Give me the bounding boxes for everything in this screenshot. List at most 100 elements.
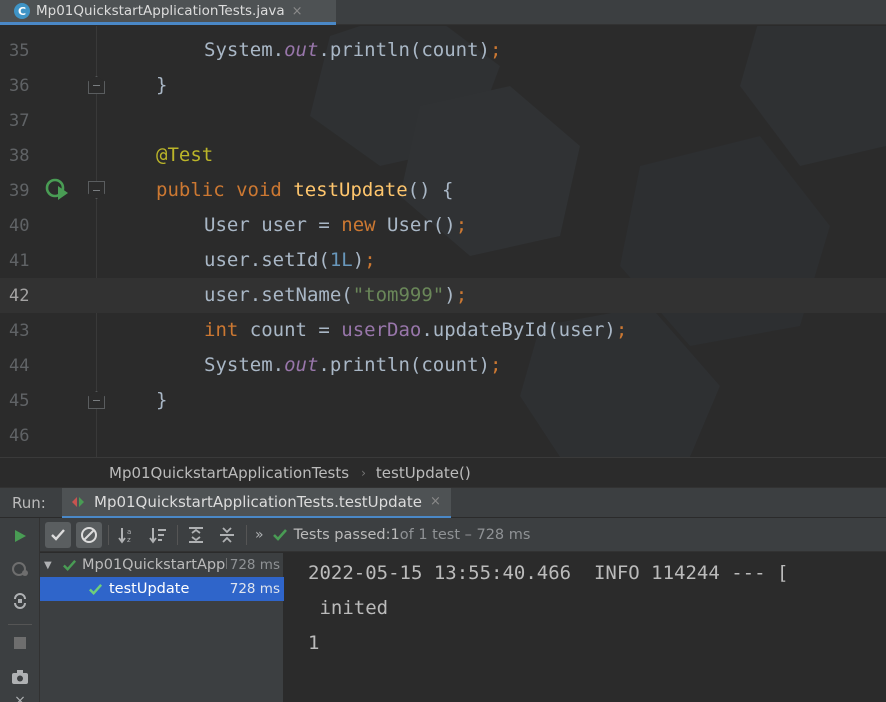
line-number: 44: [9, 356, 30, 376]
code-text: System.out.println(count);: [204, 354, 502, 376]
rerun-failed-icon: [12, 562, 28, 576]
play-icon: [15, 530, 26, 542]
code-text: public void testUpdate() {: [156, 179, 454, 201]
code-line-39[interactable]: 39 public void testUpdate() {: [0, 173, 886, 208]
toolbar-separator: [108, 524, 109, 545]
line-number: 43: [9, 321, 30, 341]
sort-alphabetically-button[interactable]: az: [114, 522, 140, 548]
fold-end-icon[interactable]: [88, 391, 105, 409]
line-number: 37: [9, 111, 30, 131]
editor-tab-active[interactable]: C Mp01QuickstartApplicationTests.java ×: [0, 0, 336, 25]
tree-item-label: testUpdate: [109, 581, 190, 597]
sort-by-duration-button[interactable]: [145, 522, 171, 548]
rerun-button[interactable]: [9, 525, 31, 547]
passed-check-icon: [89, 583, 103, 595]
tree-item-time: 728 ms: [229, 581, 280, 597]
line-number: 42: [9, 286, 30, 306]
editor-tab-bar: C Mp01QuickstartApplicationTests.java ×: [0, 0, 886, 25]
test-tree: ▼ Mp01QuickstartApplicationTests 728 ms …: [40, 553, 284, 702]
fold-start-icon[interactable]: [88, 181, 105, 199]
line-number: 45: [9, 391, 30, 411]
tree-row-test-method[interactable]: testUpdate 728 ms: [40, 577, 284, 601]
tree-row-test-class[interactable]: ▼ Mp01QuickstartApplicationTests 728 ms: [40, 553, 284, 577]
breadcrumb-class[interactable]: Mp01QuickstartApplicationTests: [109, 464, 349, 482]
code-line-38[interactable]: 38 @Test: [0, 138, 886, 173]
run-test-gutter-icon[interactable]: [44, 176, 70, 202]
code-line-40[interactable]: 40 User user = new User();: [0, 208, 886, 243]
console-output[interactable]: 2022-05-15 13:55:40.466 INFO 114244 --- …: [285, 553, 886, 702]
line-number: 46: [9, 426, 30, 446]
screenshot-button[interactable]: [9, 666, 31, 688]
sort-alpha-icon: az: [118, 527, 131, 544]
line-number: 38: [9, 146, 30, 166]
code-line-46[interactable]: 46: [0, 418, 886, 453]
line-number: 36: [9, 76, 30, 96]
ignored-icon: [81, 526, 97, 543]
toggle-auto-test-button[interactable]: [9, 590, 31, 612]
rerun-failed-button[interactable]: [9, 558, 31, 580]
code-line-35[interactable]: 35 System.out.println(count);: [0, 33, 886, 68]
expand-all-icon: [189, 526, 203, 543]
close-panel-button[interactable]: ×: [9, 690, 31, 702]
close-tab-icon[interactable]: ×: [292, 4, 303, 19]
expand-arrow-icon[interactable]: ▼: [44, 560, 58, 571]
collapse-all-icon: [220, 526, 234, 543]
code-line-37[interactable]: 37: [0, 103, 886, 138]
code-line-43[interactable]: 43 int count = userDao.updateById(user);: [0, 313, 886, 348]
passed-check-icon: [63, 559, 77, 571]
console-line: 2022-05-15 13:55:40.466 INFO 114244 --- …: [308, 562, 789, 584]
breadcrumb-method[interactable]: testUpdate(): [376, 464, 471, 482]
more-actions-icon[interactable]: »: [255, 527, 264, 543]
java-class-icon: C: [14, 3, 30, 19]
close-run-tab-icon[interactable]: ×: [430, 494, 441, 509]
fold-end-icon[interactable]: [88, 76, 105, 94]
code-text: System.out.println(count);: [204, 39, 502, 61]
run-tab-title: Mp01QuickstartApplicationTests.testUpdat…: [94, 492, 422, 511]
tree-item-label: Mp01QuickstartApplicationTests: [82, 557, 227, 573]
code-text: User user = new User();: [204, 214, 468, 236]
code-text: user.setId(1L);: [204, 249, 376, 271]
checkmark-icon: [51, 528, 65, 541]
console-line: 1: [308, 632, 320, 654]
status-suffix: of 1 test – 728 ms: [399, 526, 531, 543]
collapse-all-button[interactable]: [214, 522, 240, 548]
show-ignored-button[interactable]: [76, 521, 102, 548]
line-number: 39: [9, 181, 30, 201]
run-configuration-tab[interactable]: Mp01QuickstartApplicationTests.testUpdat…: [62, 487, 451, 518]
line-number: 41: [9, 251, 30, 271]
code-line-41[interactable]: 41 user.setId(1L);: [0, 243, 886, 278]
passed-check-icon: [272, 528, 287, 541]
status-prefix: Tests passed:: [293, 526, 391, 543]
run-tool-window-header: Run: Mp01QuickstartApplicationTests.test…: [0, 487, 886, 518]
status-count: 1: [390, 526, 400, 543]
breadcrumb-separator: ›: [361, 465, 366, 480]
run-label: Run:: [12, 493, 46, 512]
stop-button[interactable]: [9, 632, 31, 654]
toolbar-separator: [8, 624, 32, 625]
expand-all-button[interactable]: [183, 522, 209, 548]
code-text: user.setName("tom999");: [204, 284, 468, 306]
annotation-text: @Test: [156, 144, 214, 166]
code-line-45[interactable]: 45 }: [0, 383, 886, 418]
code-line-36[interactable]: 36 }: [0, 68, 886, 103]
toolbar-separator: [246, 524, 247, 545]
svg-text:a: a: [127, 528, 131, 536]
breadcrumb: Mp01QuickstartApplicationTests › testUpd…: [0, 457, 886, 487]
test-status: Tests passed: 1 of 1 test – 728 ms: [272, 526, 531, 543]
code-editor[interactable]: 35 System.out.println(count); 36 } 37 38…: [0, 26, 886, 457]
close-x-icon: ×: [14, 693, 26, 702]
sort-duration-icon: [149, 527, 166, 543]
code-text: int count = userDao.updateById(user);: [204, 319, 628, 341]
line-number: 40: [9, 216, 30, 236]
code-line-44[interactable]: 44 System.out.println(count);: [0, 348, 886, 383]
tree-item-time: 728 ms: [229, 557, 280, 573]
console-line: inited: [308, 597, 389, 619]
test-config-icon: [72, 496, 84, 507]
code-line-42[interactable]: 42 user.setName("tom999");: [0, 278, 886, 313]
editor-tab-filename: Mp01QuickstartApplicationTests.java: [36, 3, 285, 19]
show-passed-button[interactable]: [45, 521, 71, 548]
line-number: 35: [9, 41, 30, 61]
svg-text:z: z: [127, 536, 131, 544]
run-side-toolbar: ×: [0, 518, 40, 702]
test-runner-toolbar: az » Tests passed: 1 of 1 test – 728 ms: [40, 518, 886, 552]
